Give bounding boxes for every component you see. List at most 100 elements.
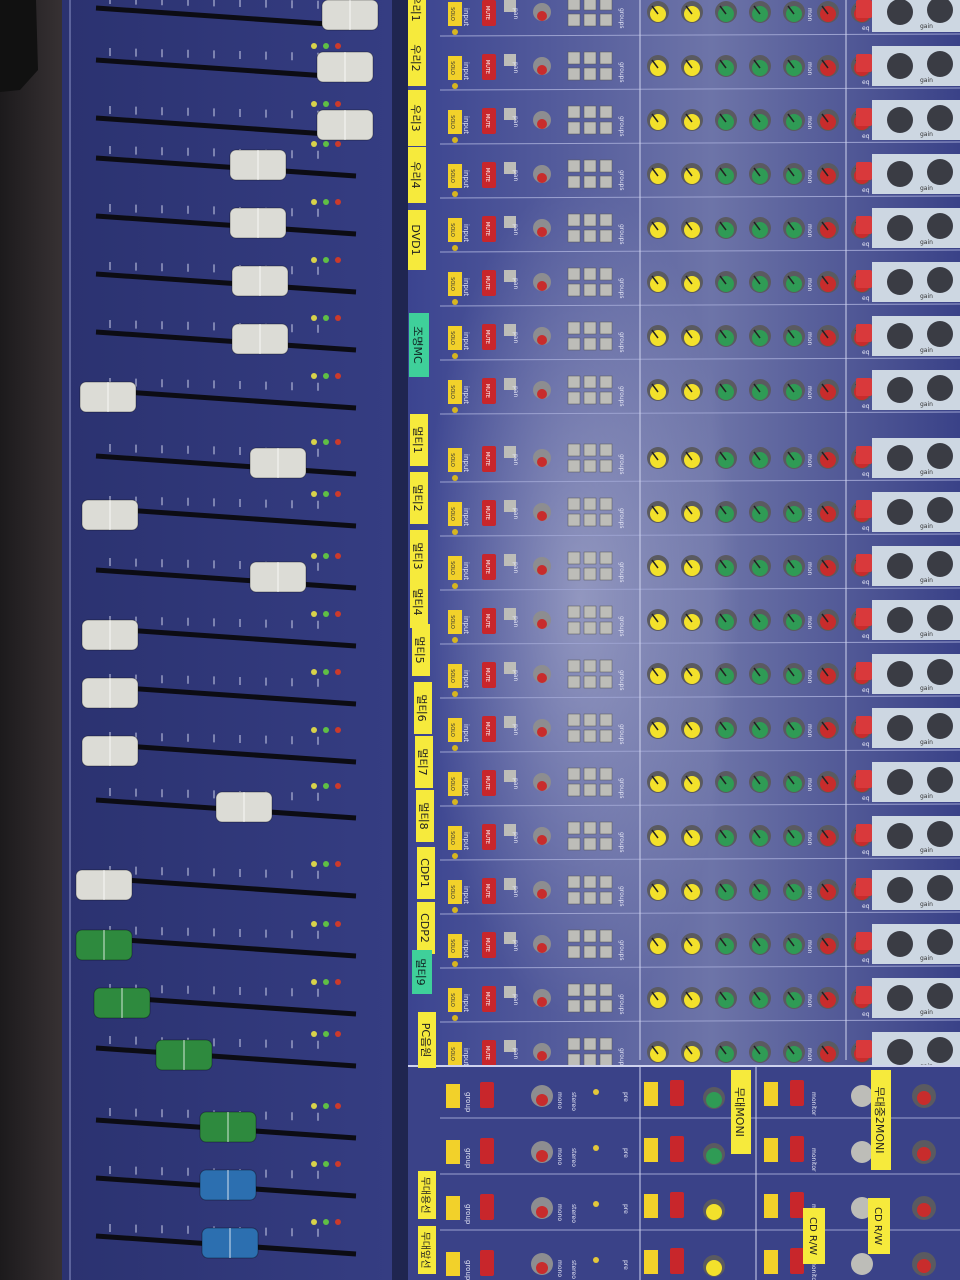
groups-label: groups <box>618 994 625 1015</box>
meter-led <box>311 199 317 205</box>
pan-label: pan <box>512 116 519 127</box>
gain-knob <box>927 1037 953 1063</box>
mute-label: MUTE <box>484 1046 490 1060</box>
gain-knob <box>887 377 913 403</box>
eq-button <box>856 108 872 126</box>
mon-mute-button <box>790 1080 804 1106</box>
mon-label: mon <box>806 8 813 22</box>
routing-button <box>599 567 613 581</box>
tape-label-5: DVD1 <box>409 224 422 255</box>
routing-button <box>599 159 613 173</box>
group-text: group <box>464 1092 472 1113</box>
routing-button <box>583 1053 597 1067</box>
groups-label: groups <box>618 332 625 353</box>
routing-button <box>567 821 581 835</box>
solo-led <box>452 299 458 305</box>
eq-label: eq <box>862 903 870 910</box>
solo-led <box>452 853 458 859</box>
mon-mute-button <box>790 1136 804 1162</box>
gain-knob <box>887 323 913 349</box>
meter-led <box>323 611 329 617</box>
pan-knob-cap <box>537 1051 547 1061</box>
gain-knob <box>927 929 953 955</box>
routing-button <box>567 213 581 227</box>
pan-label: pan <box>512 778 519 789</box>
routing-button <box>567 929 581 943</box>
solo-led <box>452 529 458 535</box>
routing-button <box>567 375 581 389</box>
meter-led <box>335 315 341 321</box>
routing-button <box>599 67 613 81</box>
group-led <box>593 1201 599 1207</box>
meter-led <box>323 315 329 321</box>
gain-knob <box>927 51 953 77</box>
routing-button <box>599 121 613 135</box>
routing-button <box>583 999 597 1013</box>
monitor-text: monitor <box>810 1148 817 1172</box>
mon-knob <box>851 1141 873 1163</box>
pan-label: pan <box>512 670 519 681</box>
gain-knob <box>887 1039 913 1065</box>
solo-label: SOLO <box>449 993 455 1007</box>
mon-solo-button <box>764 1138 778 1162</box>
gain-knob <box>887 445 913 471</box>
input-label: input <box>462 832 470 850</box>
routing-button <box>599 283 613 297</box>
pan-knob-cap <box>537 565 547 575</box>
mon-label: mon <box>806 562 813 576</box>
routing-button <box>583 729 597 743</box>
meter-led <box>335 553 341 559</box>
solo-led <box>452 29 458 35</box>
routing-button <box>599 875 613 889</box>
pre-text: pre <box>622 1092 629 1102</box>
mon-label: mon <box>806 332 813 346</box>
gain-label: gain <box>920 847 933 854</box>
solo-label: SOLO <box>449 615 455 629</box>
gain-label: gain <box>920 523 933 530</box>
meter-led <box>323 43 329 49</box>
gain-knob <box>927 605 953 631</box>
stereo-text: stereo <box>570 1148 577 1167</box>
meter-led <box>311 1161 317 1167</box>
solo-label: SOLO <box>449 885 455 899</box>
groups-label: groups <box>618 832 625 853</box>
solo-label: SOLO <box>449 939 455 953</box>
eq-button <box>856 662 872 680</box>
meter-led <box>335 1031 341 1037</box>
meter-led <box>335 979 341 985</box>
group-solo-button <box>446 1084 460 1108</box>
pan-label: pan <box>512 278 519 289</box>
routing-button <box>583 713 597 727</box>
meter-led <box>311 43 317 49</box>
routing-button <box>567 497 581 511</box>
pan-label: pan <box>512 832 519 843</box>
routing-button <box>567 983 581 997</box>
meter-led <box>335 257 341 263</box>
routing-button <box>567 605 581 619</box>
aux-solo-button <box>644 1194 658 1218</box>
aux-mute-button <box>670 1136 684 1162</box>
meter-led <box>311 101 317 107</box>
tape-label-4: 우리4 <box>409 161 422 188</box>
meter-led <box>323 1161 329 1167</box>
eq-button <box>856 554 872 572</box>
meter-led <box>335 783 341 789</box>
group-led <box>593 1257 599 1263</box>
pan-knob-cap <box>537 889 547 899</box>
eq-button <box>856 770 872 788</box>
mon-label: mon <box>806 940 813 954</box>
pan-label: pan <box>512 562 519 573</box>
input-label: input <box>462 62 470 80</box>
routing-button <box>599 51 613 65</box>
routing-button <box>583 283 597 297</box>
gain-knob <box>887 769 913 795</box>
group-knob-cap <box>536 1094 548 1106</box>
mono-text: mono <box>556 1204 563 1221</box>
gain-label: gain <box>920 131 933 138</box>
eq-label: eq <box>862 403 870 410</box>
solo-label: SOLO <box>449 561 455 575</box>
routing-button <box>583 121 597 135</box>
meter-led <box>323 1031 329 1037</box>
solo-label: SOLO <box>449 1047 455 1061</box>
routing-button <box>567 767 581 781</box>
